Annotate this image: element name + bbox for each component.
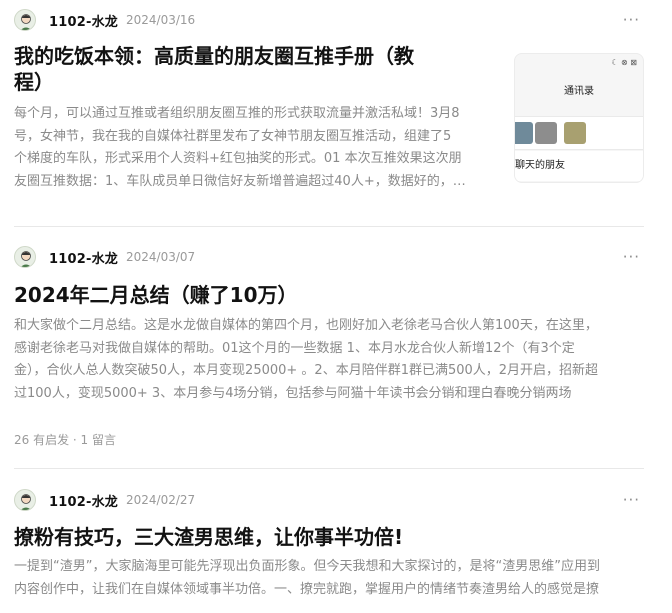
post-title[interactable]: 撩粉有技巧，三大渣男思维，让你事半功倍! (14, 524, 403, 550)
post-meta: 1102-水龙 2024/03/16 (14, 9, 195, 31)
thumbnail-status-icons: ☾ ⊗ ⊠ (611, 58, 637, 67)
post-meta: 1102-水龙 2024/02/27 (14, 489, 195, 511)
author-name[interactable]: 1102-水龙 (49, 11, 118, 30)
avatar[interactable] (14, 9, 36, 31)
post-title-line: 程） (14, 70, 54, 94)
more-options-icon[interactable]: ··· (623, 13, 640, 30)
post-excerpt: 一提到“渣男”，大家脑海里可能先浮现出负面形象。但今天我想和大家探讨的，是将“渣… (14, 556, 654, 601)
avatar[interactable] (14, 246, 36, 268)
post-title[interactable]: 我的吃饭本领：高质量的朋友圈互推手册（教 程） (14, 43, 414, 95)
post-date: 2024/03/07 (125, 250, 196, 264)
post-divider (14, 468, 644, 469)
excerpt-line: 友圈互推数据：1、车队成员单日微信好友新增普遍超过40人+，数据好的，… (14, 173, 466, 189)
post-title[interactable]: 2024年二月总结（赚了10万） (14, 282, 298, 308)
thumbnail-avatar-row (515, 116, 643, 150)
author-name[interactable]: 1102-水龙 (49, 248, 118, 267)
excerpt-line: 和大家做个二月总结。这是水龙做自媒体的第四个月，也刚好加入老徐老马合伙人第100… (14, 318, 598, 333)
thumbnail-avatar-image (535, 122, 557, 144)
post-thumbnail[interactable]: ☾ ⊗ ⊠ 通讯录 聊天的朋友 (514, 53, 644, 183)
excerpt-line: 一提到“渣男”，大家脑海里可能先浮现出负面形象。但今天我想和大家探讨的，是将“渣… (14, 559, 600, 574)
more-options-icon[interactable]: ··· (623, 493, 640, 510)
avatar[interactable] (14, 489, 36, 511)
more-options-icon[interactable]: ··· (623, 250, 640, 267)
post-date: 2024/03/16 (125, 13, 196, 27)
excerpt-line: 金），合伙人总人数突破50人，本月变现25000+ 。2、本月陪伴群1群已满50… (14, 363, 599, 378)
author-name[interactable]: 1102-水龙 (49, 491, 118, 510)
post-divider (14, 226, 644, 227)
post-meta: 1102-水龙 2024/03/07 (14, 246, 195, 268)
post-excerpt: 每个月，可以通过互推或者组织朋友圈互推的形式获取流量并激活私域！3月8 号，女神… (14, 103, 498, 193)
post-excerpt: 和大家做个二月总结。这是水龙做自媒体的第四个月，也刚好加入老徐老马合伙人第100… (14, 315, 654, 405)
post-title-line: 我的吃饭本领：高质量的朋友圈互推手册（教 (14, 44, 414, 68)
excerpt-line: 每个月，可以通过互推或者组织朋友圈互推的形式获取流量并激活私域！3月8 (14, 106, 460, 121)
thumbnail-avatar-image (564, 122, 586, 144)
thumbnail-avatar-image (515, 122, 533, 144)
excerpt-line: 内容创作中，让我们在自媒体领域事半功倍。一、撩完就跑，掌握用户的情绪节奏渣男给人… (14, 581, 600, 597)
thumbnail-contacts-title: 通讯录 (564, 86, 594, 97)
post-date: 2024/02/27 (125, 493, 196, 507)
excerpt-line: 号，女神节，我在我的自媒体社群里发布了女神节朋友圈互推活动，组建了5 (14, 128, 452, 144)
excerpt-line: 感谢老徐老马对我做自媒体的帮助。01这个月的一些数据 1、本月水龙合伙人新增12… (14, 340, 575, 356)
excerpt-line: 个梯度的车队，形式采用个人资料+红包抽奖的形式。01 本次互推效果这次朋 (14, 151, 462, 166)
thumbnail-friends-label: 聊天的朋友 (515, 151, 643, 181)
post-stats: 26 有启发 · 1 留言 (14, 433, 116, 447)
excerpt-line: 过100人，变现5000+ 3、本月参与4场分销，包括参与阿猫十年读书会分销和理… (14, 385, 572, 401)
